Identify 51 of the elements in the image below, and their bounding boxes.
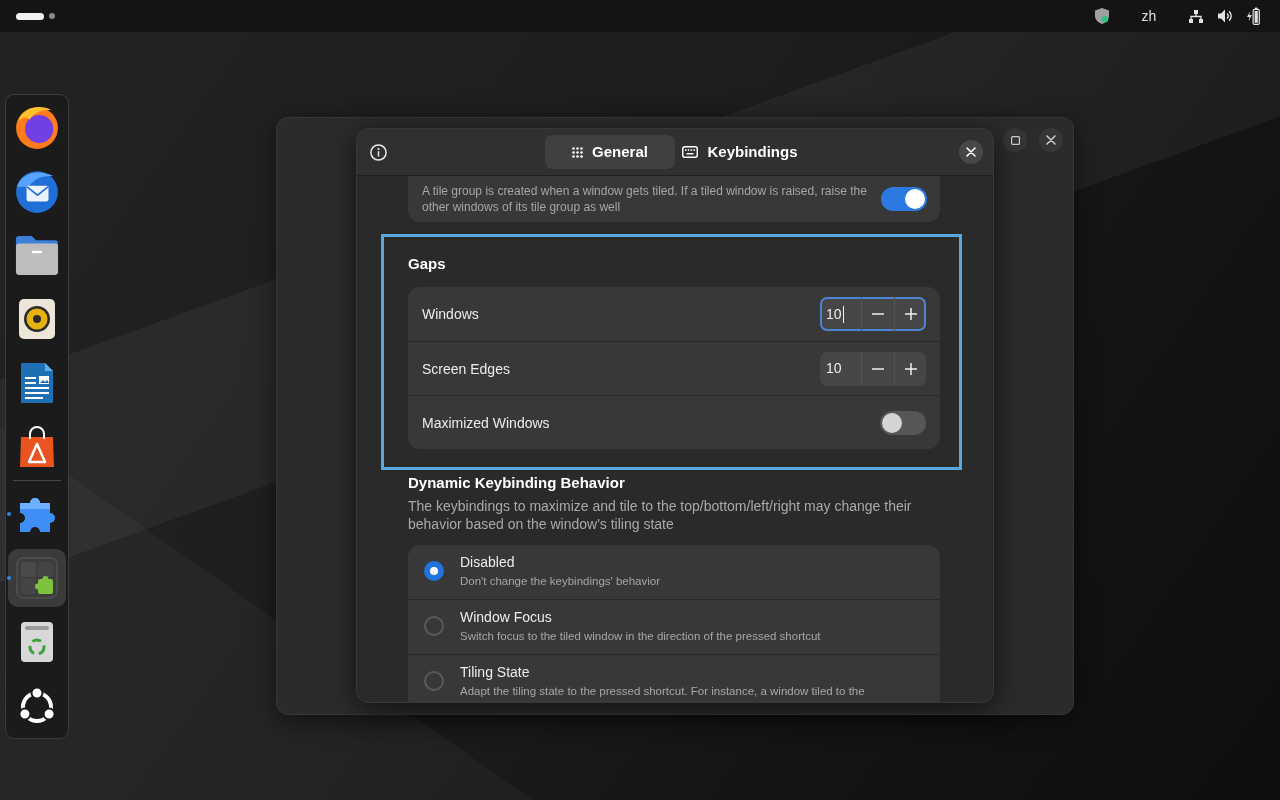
flame-orb-icon	[14, 104, 60, 150]
radio-button[interactable]	[424, 561, 444, 581]
puzzle-tile-icon	[16, 557, 58, 599]
text-cursor	[842, 305, 844, 323]
row-subtitle: Adapt the tiling state to the pressed shortcut. For instance, a window tiled to the	[460, 684, 866, 698]
grid-dots-icon	[572, 146, 584, 158]
shield-icon	[1095, 8, 1109, 24]
maximize-button[interactable]	[1003, 128, 1027, 152]
close-button[interactable]	[1039, 128, 1063, 152]
dock-item[interactable]	[8, 549, 66, 607]
toggle-switch[interactable]	[880, 410, 926, 435]
section-title: Gaps	[408, 254, 447, 274]
radio-button[interactable]	[424, 616, 444, 636]
view-tab[interactable]: General	[545, 135, 675, 169]
row-title: Disabled	[460, 554, 516, 570]
folder-icon	[15, 235, 59, 275]
keyboard-icon	[682, 146, 699, 158]
row-title: Window Focus	[460, 609, 553, 625]
battery-charging-icon	[1247, 7, 1260, 25]
plus-icon	[904, 362, 917, 375]
row-subtitle: Don't change the keybindings' behavior	[460, 574, 662, 588]
document-icon	[19, 362, 55, 404]
shopping-bag-icon	[19, 426, 55, 468]
toggle-switch[interactable]	[881, 187, 927, 211]
row-subtitle: A tile group is created when a window gets tiled. If a tiled window is raised, raise the other windows of its tile group as well	[422, 183, 867, 215]
row-subtitle: Switch focus to the tiled window in the direction of the pressed shortcut	[460, 629, 822, 643]
row-title: Screen Edges	[422, 360, 511, 377]
number-field[interactable]: 10	[820, 297, 861, 331]
plus-icon	[904, 308, 917, 320]
minus-icon	[872, 313, 884, 315]
number-field[interactable]: 10	[820, 351, 861, 386]
close-button[interactable]	[959, 140, 983, 164]
network-icon	[1189, 9, 1203, 23]
radio-button[interactable]	[424, 671, 444, 691]
view-tab[interactable]: Keybindings	[675, 135, 805, 169]
row-title: Tiling State	[460, 664, 531, 680]
section-title: Dynamic Keybinding Behavior	[408, 473, 626, 493]
recycle-bin-icon	[21, 622, 53, 662]
info-icon	[369, 143, 387, 161]
row-title: Maximized Windows	[422, 414, 551, 431]
section-description: The keybindings to maximize and tile to the top/bottom/left/right may change their behavior based on the window's tiling state	[408, 497, 913, 533]
volume-icon	[1218, 9, 1232, 23]
input-source-indicator[interactable]: zh	[1129, 7, 1169, 25]
row-title: Windows	[422, 306, 480, 322]
minus-icon	[872, 367, 884, 370]
maximize-icon	[1010, 135, 1020, 145]
envelope-icon	[14, 168, 60, 214]
ring-dots-icon	[17, 687, 57, 725]
close-icon	[966, 147, 976, 157]
speaker-icon	[19, 299, 55, 339]
close-icon	[1046, 135, 1056, 145]
